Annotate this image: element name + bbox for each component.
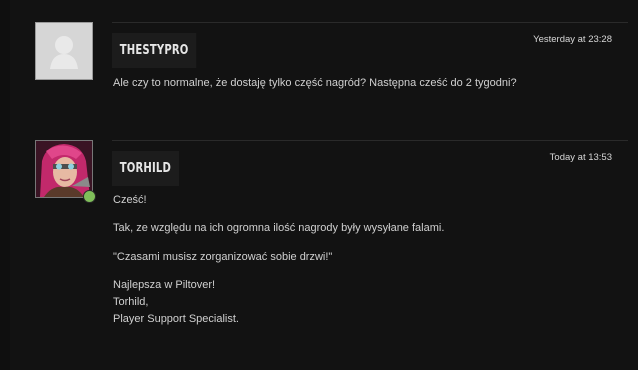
author-name[interactable]: TORHILD xyxy=(112,151,179,186)
comment-thread: THESTYPRO Yesterday at 23:28 Ale czy to … xyxy=(10,0,638,370)
post-text: Najlepsza w Piltover! xyxy=(113,279,216,291)
avatar[interactable] xyxy=(35,22,93,80)
post-timestamp[interactable]: Yesterday at 23:28 xyxy=(533,34,612,45)
post-text: Tak, ze względu na ich ogromna ilość nag… xyxy=(113,222,445,234)
online-status-icon xyxy=(83,190,96,203)
post-divider xyxy=(112,140,628,141)
post-text: Cześć! xyxy=(113,194,147,206)
post-text: Torhild, xyxy=(113,296,149,308)
default-avatar-icon xyxy=(36,23,92,79)
post-text: Ale czy to normalne, że dostaję tylko cz… xyxy=(113,77,517,89)
post-text: "Czasami musisz zorganizować sobie drzwi… xyxy=(113,251,333,263)
post-divider xyxy=(112,22,628,23)
character-portrait xyxy=(36,141,92,197)
avatar[interactable] xyxy=(35,140,93,198)
post-text: Player Support Specialist. xyxy=(113,313,239,325)
post-timestamp[interactable]: Today at 13:53 xyxy=(550,152,612,163)
author-name[interactable]: THESTYPRO xyxy=(112,33,197,68)
